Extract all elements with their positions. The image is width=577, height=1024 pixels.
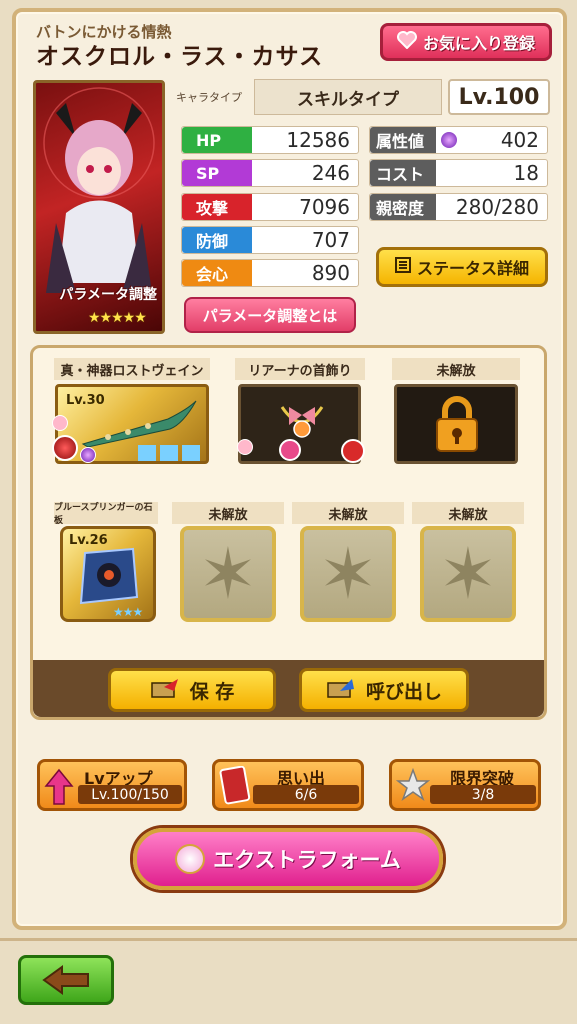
stone-tablet-icon [79, 547, 139, 605]
star-icon [396, 768, 430, 801]
accessory-name: リアーナの首飾り [235, 358, 365, 380]
character-name: オスクロル・ラス・カサス [36, 44, 324, 70]
stat-key: SP [182, 160, 252, 186]
memories-value: 6/6 [253, 785, 359, 804]
status-detail-button[interactable]: ステータス詳細 [376, 247, 548, 287]
weapon-name: 真・神器ロストヴェイン [54, 358, 210, 380]
locked-star-icon: ✶ [438, 533, 498, 615]
extra-form-icon [175, 844, 206, 874]
sword-icon [81, 400, 197, 448]
stat-sp: SP 246 [181, 159, 359, 187]
stat-value: 890 [311, 261, 350, 285]
rarity-stars: ★★★★★ [88, 310, 147, 326]
locked-slot-label: 未解放 [292, 502, 404, 524]
dark-element-icon [441, 132, 457, 148]
stat-cost: コスト 18 [369, 159, 548, 187]
stat-key: 防御 [182, 227, 252, 253]
stat-key: 属性値 [370, 127, 436, 153]
heart-icon [396, 31, 417, 53]
stone-slot[interactable]: Lv.26 ★★★ [60, 526, 156, 622]
star-badge-icon [279, 439, 301, 461]
stat-value: 7096 [299, 195, 350, 219]
stat-key: HP [182, 127, 252, 153]
stat-defense: 防御 707 [181, 226, 359, 254]
rune-slots-icon [138, 445, 202, 461]
status-detail-label: ステータス詳細 [416, 259, 529, 278]
favorite-button[interactable]: お気に入り登録 [380, 23, 552, 61]
locked-slot[interactable]: ✶ [180, 526, 276, 622]
up-arrow-icon [44, 768, 74, 805]
load-label: 呼び出し [365, 680, 442, 703]
stat-value: 280/280 [455, 195, 539, 219]
stone-name: ブルースプリンガーの石板 [54, 502, 158, 526]
heart-icon [52, 415, 68, 431]
limit-break-button[interactable]: 限界突破 3/8 [389, 759, 541, 811]
stat-key: 会心 [182, 260, 252, 286]
locked-slot-label: 未解放 [172, 502, 284, 524]
back-arrow-icon [42, 965, 89, 995]
locked-slot-label: 未解放 [412, 502, 524, 524]
locked-star-icon: ✶ [198, 533, 258, 615]
load-button[interactable]: 呼び出し [299, 668, 469, 712]
stat-hp: HP 12586 [181, 126, 359, 154]
stat-value: 18 [513, 161, 539, 185]
locked-slot-label: 未解放 [392, 358, 520, 380]
attack-type-icon [52, 435, 78, 461]
extra-form-button[interactable]: エクストラフォーム [133, 828, 443, 890]
character-level: Lv.100 [448, 79, 550, 115]
stat-critical: 会心 890 [181, 259, 359, 287]
save-label: 保 存 [189, 680, 235, 703]
stat-attack: 攻撃 7096 [181, 193, 359, 221]
heart-icon [237, 439, 253, 455]
stat-value: 402 [500, 128, 539, 152]
weapon-slot[interactable]: Lv.30 [52, 384, 209, 464]
stat-key: 親密度 [370, 194, 436, 220]
locked-slot[interactable]: ✶ [300, 526, 396, 622]
level-up-button[interactable]: Lvアップ Lv.100/150 [37, 759, 187, 811]
stone-stars: ★★★ [113, 605, 143, 619]
locked-star-icon: ✶ [318, 533, 378, 615]
dark-element-icon [80, 447, 96, 463]
stat-value: 246 [311, 161, 350, 185]
skill-type: スキルタイプ [254, 79, 442, 115]
favorite-label: お気に入り登録 [422, 34, 535, 53]
stat-intimacy: 親密度 280/280 [369, 193, 548, 221]
limit-break-value: 3/8 [430, 785, 536, 804]
locked-slot[interactable] [394, 384, 518, 464]
stat-value: 12586 [286, 128, 350, 152]
param-help-button[interactable]: パラメータ調整とは [184, 297, 356, 333]
accessory-slot[interactable] [237, 384, 365, 464]
save-icon [150, 677, 180, 704]
stat-attribute: 属性値 402 [369, 126, 548, 154]
card-icon [219, 766, 251, 805]
chara-type-label: キャラタイプ [176, 91, 242, 104]
list-icon [394, 257, 411, 277]
stone-level: Lv.26 [69, 533, 108, 548]
locked-slot[interactable]: ✶ [420, 526, 516, 622]
stat-value: 707 [311, 228, 350, 252]
param-adjust-tag: パラメータ調整 [59, 287, 157, 303]
load-icon [326, 677, 356, 704]
stat-key: コスト [370, 160, 436, 186]
memories-button[interactable]: 思い出 6/6 [212, 759, 364, 811]
special-badge-icon [341, 439, 365, 463]
stat-key: 攻撃 [182, 194, 252, 220]
back-button[interactable] [18, 955, 114, 1005]
save-button[interactable]: 保 存 [108, 668, 276, 712]
necklace-icon [280, 406, 324, 438]
level-up-value: Lv.100/150 [78, 785, 182, 804]
lock-icon [436, 396, 478, 452]
extra-form-label: エクストラフォーム [213, 848, 401, 872]
